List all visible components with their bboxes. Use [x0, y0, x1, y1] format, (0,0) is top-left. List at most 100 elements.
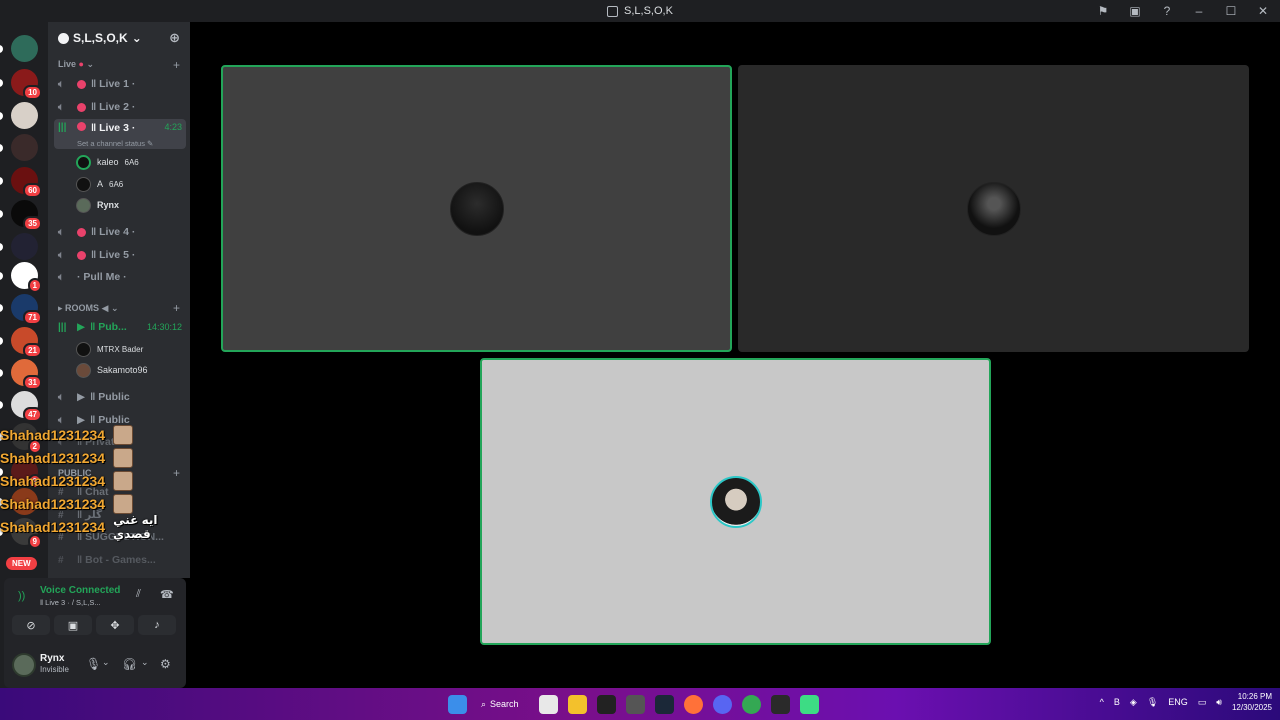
- chevron-down-icon[interactable]: ⌄: [141, 657, 149, 668]
- guild-header[interactable]: S,L,S,O,K ⌄ ⊕: [48, 22, 190, 54]
- server-icon[interactable]: 47: [11, 391, 42, 422]
- channel-public-1[interactable]: 🔈︎ ▶ ǁ Public: [54, 387, 186, 407]
- server-unread-pill: [0, 210, 3, 218]
- server-icon[interactable]: 31: [11, 359, 42, 390]
- participant-tile[interactable]: [738, 65, 1249, 352]
- channel-live-2[interactable]: 🔈︎ ǁ Live 2 ·: [54, 97, 186, 117]
- overlay-speaker: Shahad1231234 ايه غني قصدي: [0, 513, 190, 541]
- server-icon[interactable]: 21: [11, 327, 42, 358]
- user-name[interactable]: Rynx: [40, 653, 64, 664]
- avatar: [113, 494, 134, 514]
- activities-button[interactable]: ✥: [96, 615, 134, 635]
- voice-member[interactable]: Sakamoto96: [76, 361, 148, 379]
- voice-member[interactable]: A 6A6: [76, 175, 123, 193]
- invite-icon[interactable]: ⊕: [169, 30, 180, 46]
- file-explorer-icon[interactable]: [568, 694, 587, 714]
- minimize-icon[interactable]: –: [1192, 4, 1206, 18]
- add-channel-icon[interactable]: +: [173, 301, 180, 315]
- clock-date: 12/30/2025: [1231, 703, 1272, 712]
- voice-member[interactable]: MTRX Bader: [76, 340, 143, 358]
- search-icon: ⌕: [481, 698, 487, 709]
- voice-status[interactable]: Voice Connected: [40, 585, 120, 596]
- window-controls: ⚑ ▣ ? – ☐ ✕: [1096, 0, 1270, 22]
- maximize-icon[interactable]: ☐: [1224, 4, 1238, 18]
- new-badge[interactable]: NEW: [6, 557, 37, 570]
- overlay-name: Shahad1231234: [0, 496, 106, 512]
- microphone-icon[interactable]: 🎙︎: [86, 657, 101, 671]
- close-icon[interactable]: ✕: [1256, 4, 1270, 18]
- firefox-icon[interactable]: [684, 694, 703, 714]
- server-unread-pill: [0, 144, 3, 152]
- server-icon[interactable]: [11, 134, 38, 161]
- next-app-icon[interactable]: [771, 694, 790, 714]
- server-icon[interactable]: [11, 35, 38, 62]
- channel-pull-me[interactable]: 🔈︎ · Pull Me ·: [54, 267, 186, 287]
- headphones-icon[interactable]: 🎧︎: [122, 657, 137, 671]
- display-icon[interactable]: ▭: [1198, 697, 1207, 708]
- server-unread-pill: [0, 401, 3, 409]
- add-channel-icon[interactable]: +: [173, 58, 180, 72]
- voice-member[interactable]: kaleo 6A6: [76, 153, 139, 171]
- camera-button[interactable]: ⊘: [12, 615, 50, 635]
- store-icon[interactable]: [539, 694, 558, 714]
- server-unread-pill: [0, 243, 3, 251]
- soundboard-button[interactable]: ♪: [138, 615, 176, 635]
- inbox-flag-icon[interactable]: ⚑: [1096, 4, 1110, 18]
- server-icon[interactable]: 35: [11, 200, 42, 231]
- taskbar-search[interactable]: ⌕ Search: [477, 699, 529, 710]
- chevron-down-icon[interactable]: ⌄: [102, 657, 110, 668]
- app-icon[interactable]: [626, 694, 645, 714]
- channel-live-5[interactable]: 🔈︎ ǁ Live 5 ·: [54, 245, 186, 265]
- server-icon[interactable]: 71: [11, 294, 42, 325]
- settings-gear-icon[interactable]: ⚙: [160, 657, 171, 671]
- avatar: [76, 176, 91, 192]
- noise-suppression-icon[interactable]: ⫽: [136, 588, 141, 601]
- windows-start-icon[interactable]: [448, 694, 467, 714]
- disconnect-icon[interactable]: ☎: [160, 588, 174, 601]
- bluetooth-icon[interactable]: B: [1114, 697, 1120, 707]
- unread-badge: 35: [23, 216, 42, 231]
- signal-icon[interactable]: )): [18, 590, 25, 602]
- category-live[interactable]: Live ● ⌄: [58, 59, 94, 70]
- server-icon[interactable]: 60: [11, 167, 42, 198]
- channel-status-prompt[interactable]: Set a channel status ✎: [77, 139, 153, 148]
- voice-channel[interactable]: ǁ Live 3 · / S,L,S...: [40, 598, 101, 607]
- discord-icon[interactable]: [713, 694, 732, 714]
- category-rooms-label: ROOMS ◀: [65, 303, 109, 313]
- network-icon[interactable]: ◈: [1130, 697, 1137, 708]
- avatar: [76, 362, 91, 378]
- overlay-speaker: Shahad1231234: [0, 493, 134, 515]
- server-unread-pill: [0, 337, 3, 345]
- chrome-icon[interactable]: [742, 694, 761, 714]
- guild-name: S,L,S,O,K: [73, 31, 128, 45]
- taskbar-clock[interactable]: 10:26 PM 12/30/2025: [1232, 691, 1272, 713]
- microphone-icon[interactable]: 🎙︎: [1147, 697, 1158, 708]
- server-icon[interactable]: [11, 102, 38, 129]
- app-icon[interactable]: [800, 694, 819, 714]
- server-icon[interactable]: 10: [11, 69, 42, 100]
- category-rooms[interactable]: ▸ ROOMS ◀ ⌄: [58, 303, 119, 314]
- overlay-name: Shahad1231234: [0, 427, 106, 443]
- participant-tile[interactable]: [480, 358, 991, 645]
- chevron-up-icon[interactable]: ^: [1100, 697, 1104, 707]
- overlay-name: Shahad1231234: [0, 450, 106, 466]
- voice-member[interactable]: Rynx: [76, 196, 119, 214]
- avatar[interactable]: [12, 653, 36, 677]
- help-icon[interactable]: ?: [1160, 4, 1174, 18]
- channel-live-1[interactable]: 🔈︎ ǁ Live 1 ·: [54, 74, 186, 94]
- epic-games-icon[interactable]: [597, 694, 616, 714]
- participant-tile[interactable]: [221, 65, 732, 352]
- channel-bot[interactable]: # ǁ Bot - Games...: [54, 550, 186, 570]
- language-indicator[interactable]: ENG: [1168, 697, 1188, 707]
- screen-share-button[interactable]: ▣: [54, 615, 92, 635]
- add-channel-icon[interactable]: +: [173, 466, 180, 480]
- channel-pub[interactable]: ||| ▶ ǁ Pub... 14:30:12: [54, 317, 186, 337]
- user-status: Invisible: [40, 665, 69, 674]
- camera-off-icon: ⊘: [26, 619, 36, 632]
- server-icon[interactable]: 1: [11, 262, 42, 293]
- screen-share-icon[interactable]: ▣: [1128, 4, 1142, 18]
- steam-icon[interactable]: [655, 694, 674, 714]
- server-icon[interactable]: [11, 233, 38, 260]
- volume-icon[interactable]: 🔊︎: [1216, 697, 1222, 708]
- channel-live-4[interactable]: 🔈︎ ǁ Live 4 ·: [54, 222, 186, 242]
